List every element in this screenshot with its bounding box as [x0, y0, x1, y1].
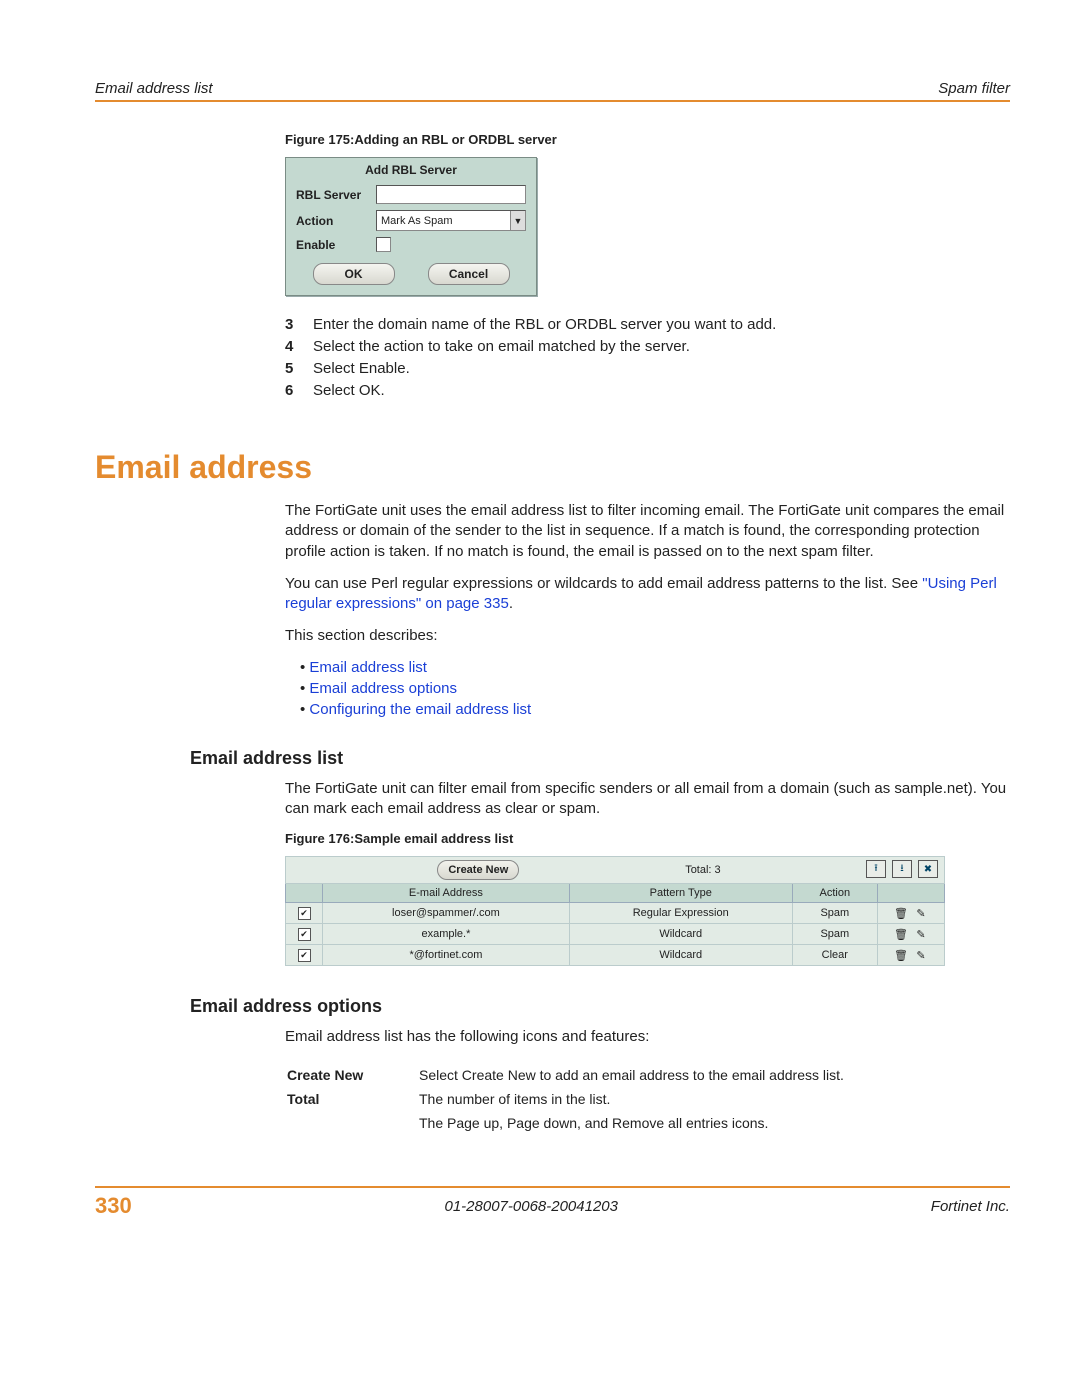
cancel-button[interactable]: Cancel [428, 263, 510, 285]
action-select-value: Mark As Spam [377, 215, 510, 227]
step-text: Select the action to take on email match… [313, 338, 690, 355]
paragraph: Email address list has the following ico… [285, 1027, 1010, 1047]
remove-all-icon[interactable]: ✖ [918, 860, 938, 878]
paragraph: This section describes: [285, 626, 1010, 646]
add-rbl-dialog: Add RBL Server RBL Server Action Mark As… [285, 157, 537, 296]
step-text: Select Enable. [313, 360, 410, 377]
email-list-table: Create New Total: 3 ⭱ ⭳ ✖ E-mail Address… [285, 856, 945, 966]
action-label: Action [296, 214, 376, 228]
configuring-email-list-link[interactable]: Configuring the email address list [309, 701, 531, 718]
page-footer: 330 01-28007-0068-20041203 Fortinet Inc. [95, 1193, 1010, 1219]
step-text: Enter the domain name of the RBL or ORDB… [313, 316, 776, 333]
figure-175-caption: Figure 175:Adding an RBL or ORDBL server [285, 132, 1010, 147]
option-key [287, 1112, 417, 1134]
option-value: The number of items in the list. [419, 1088, 844, 1110]
ok-button[interactable]: OK [313, 263, 395, 285]
company-name: Fortinet Inc. [931, 1198, 1010, 1215]
step-list: 3Enter the domain name of the RBL or ORD… [285, 316, 1010, 399]
step-num: 4 [285, 338, 313, 355]
subsection-heading: Email address list [190, 748, 1010, 769]
col-action: Action [792, 884, 877, 903]
option-value: Select Create New to add an email addres… [419, 1064, 844, 1086]
section-heading: Email address [95, 449, 1010, 486]
col-email: E-mail Address [323, 884, 570, 903]
table-row: ✔ *@fortinet.com Wildcard Clear 🗑✎ [286, 945, 945, 966]
create-new-button[interactable]: Create New [437, 860, 519, 880]
step-num: 5 [285, 360, 313, 377]
page-up-icon[interactable]: ⭱ [866, 860, 886, 878]
paragraph: You can use Perl regular expressions or … [285, 574, 1010, 615]
email-address-options-link[interactable]: Email address options [309, 680, 457, 697]
figure-176-caption: Figure 176:Sample email address list [285, 831, 1010, 846]
header-left: Email address list [95, 80, 213, 97]
option-key: Total [287, 1088, 417, 1110]
dialog-title: Add RBL Server [286, 158, 536, 182]
rbl-server-label: RBL Server [296, 188, 376, 202]
col-icons [878, 884, 945, 903]
row-checkbox[interactable]: ✔ [298, 928, 311, 941]
page-down-icon[interactable]: ⭳ [892, 860, 912, 878]
step-text: Select OK. [313, 382, 385, 399]
subsection-heading: Email address options [190, 996, 1010, 1017]
enable-label: Enable [296, 238, 376, 252]
rbl-server-input[interactable] [376, 185, 526, 204]
chevron-down-icon: ▼ [510, 211, 525, 230]
doc-id: 01-28007-0068-20041203 [445, 1198, 619, 1215]
step-num: 3 [285, 316, 313, 333]
paragraph: The FortiGate unit uses the email addres… [285, 501, 1010, 562]
table-row: ✔ example.* Wildcard Spam 🗑✎ [286, 924, 945, 945]
page-number: 330 [95, 1193, 132, 1219]
table-row: ✔ loser@spammer/.com Regular Expression … [286, 903, 945, 924]
paragraph: The FortiGate unit can filter email from… [285, 779, 1010, 820]
delete-icon[interactable]: 🗑 [894, 948, 908, 962]
footer-rule [95, 1186, 1010, 1188]
step-num: 6 [285, 382, 313, 399]
page-header: Email address list Spam filter [95, 80, 1010, 97]
enable-checkbox[interactable] [376, 237, 391, 252]
col-check [286, 884, 323, 903]
header-right: Spam filter [938, 80, 1010, 97]
delete-icon[interactable]: 🗑 [894, 906, 908, 920]
row-checkbox[interactable]: ✔ [298, 949, 311, 962]
delete-icon[interactable]: 🗑 [894, 927, 908, 941]
edit-icon[interactable]: ✎ [914, 906, 928, 920]
action-select[interactable]: Mark As Spam ▼ [376, 210, 526, 231]
option-value: The Page up, Page down, and Remove all e… [419, 1112, 844, 1134]
options-table: Create NewSelect Create New to add an em… [285, 1062, 846, 1136]
edit-icon[interactable]: ✎ [914, 927, 928, 941]
bullet-list: Email address list Email address options… [300, 659, 1010, 718]
edit-icon[interactable]: ✎ [914, 948, 928, 962]
row-checkbox[interactable]: ✔ [298, 907, 311, 920]
email-address-list-link[interactable]: Email address list [309, 659, 427, 676]
option-key: Create New [287, 1064, 417, 1086]
total-label: Total: 3 [685, 864, 720, 876]
col-type: Pattern Type [569, 884, 792, 903]
header-rule [95, 100, 1010, 102]
